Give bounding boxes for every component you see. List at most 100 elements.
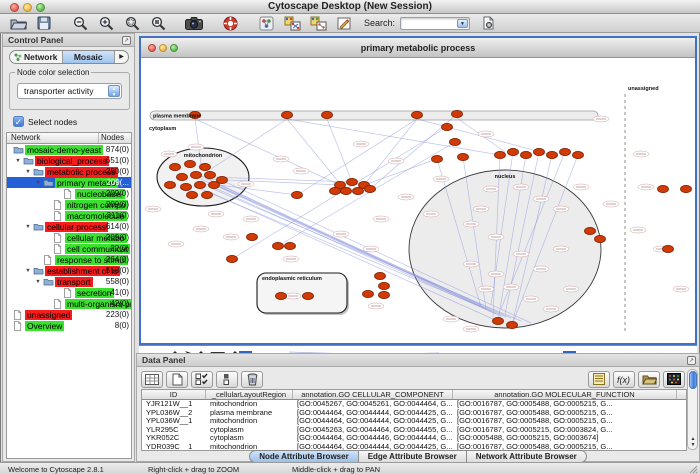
network-node[interactable] — [185, 160, 196, 167]
network-node[interactable] — [347, 178, 358, 185]
snapshot-icon[interactable] — [182, 15, 206, 32]
network-node[interactable] — [165, 181, 176, 188]
tree-row[interactable]: cellular metabo209(0) — [7, 232, 131, 243]
open-icon[interactable] — [6, 15, 30, 32]
node-color-attribute-select[interactable]: transporter activity ▲▼ — [17, 83, 122, 99]
show-table-icon[interactable] — [141, 371, 163, 388]
apply-layout-icon[interactable] — [280, 15, 304, 32]
table-row[interactable]: YLR295Ccytoplasm[GO:0045263, GO:0044464,… — [142, 426, 686, 435]
plasma-membrane-region[interactable] — [150, 111, 598, 120]
network-node[interactable] — [573, 151, 584, 158]
table-row[interactable]: YPL036W__2plasma membrane[GO:0044464, GO… — [142, 409, 686, 418]
new-attribute-icon[interactable] — [166, 371, 188, 388]
plugins-icon[interactable] — [476, 15, 500, 32]
network-node[interactable] — [195, 181, 206, 188]
tree-row[interactable]: ▼cellular process614(0) — [7, 221, 131, 232]
tree-row[interactable]: multi-organism pro42(0) — [7, 298, 131, 309]
table-column-header[interactable]: annotation.GO MOLECULAR_FUNCTION — [453, 390, 677, 399]
table-vertical-scrollbar[interactable]: ▲ ▼ — [687, 369, 698, 450]
vizmapper-icon[interactable] — [254, 15, 278, 32]
zoom-fit-icon[interactable] — [146, 15, 170, 32]
expand-arrow-icon[interactable]: ▼ — [33, 279, 43, 285]
attribute-matrix-icon[interactable] — [663, 371, 685, 388]
network-node[interactable] — [560, 148, 571, 155]
float-data-panel-icon[interactable]: ↗ — [687, 356, 696, 365]
table-cell[interactable]: [GO:0016787, GO:0005488, GO:0005215, G..… — [453, 409, 677, 418]
function-builder-icon[interactable]: f(x) — [613, 371, 635, 388]
table-cell[interactable]: [GO:0016787, GO:0005215, GO:0003824, G..… — [453, 426, 677, 435]
table-cell[interactable]: [GO:0045267, GO:0045261, GO:0044464, G..… — [293, 400, 453, 409]
tab-network[interactable]: Network — [10, 51, 63, 63]
tree-row[interactable]: ▼transport558(0) — [7, 276, 131, 287]
network-node[interactable] — [330, 187, 341, 194]
network-node[interactable] — [187, 191, 198, 198]
expand-arrow-icon[interactable]: ▼ — [33, 180, 43, 186]
tree-row[interactable]: cell communicat22(0) — [7, 243, 131, 254]
network-node[interactable] — [292, 191, 303, 198]
network-node[interactable] — [177, 173, 188, 180]
network-node[interactable] — [508, 148, 519, 155]
network-node[interactable] — [452, 110, 463, 117]
expand-arrow-icon[interactable]: ▼ — [23, 169, 33, 175]
table-cell[interactable]: [GO:0005488, GO:0005215, GO:0003674] — [453, 434, 677, 443]
network-node[interactable] — [247, 233, 258, 240]
table-cell[interactable]: YJR121W__1 — [142, 400, 206, 409]
table-cell[interactable]: mitochondrion — [206, 400, 293, 409]
annotation-icon[interactable] — [332, 15, 356, 32]
table-column-header[interactable]: ID — [142, 390, 206, 399]
select-nodes-checkbox[interactable]: ✓ — [13, 116, 24, 127]
network-node[interactable] — [191, 171, 202, 178]
network-node[interactable] — [276, 292, 287, 299]
more-tabs-icon[interactable]: ▶ — [115, 51, 128, 63]
network-node[interactable] — [432, 155, 443, 162]
table-row[interactable]: YJR121W__1mitochondrion[GO:0045267, GO:0… — [142, 400, 686, 409]
table-column-header[interactable]: annotation.GO CELLULAR_COMPONENT — [293, 390, 453, 399]
network-edge[interactable] — [364, 119, 417, 185]
search-dropdown-icon[interactable]: ▼ — [457, 19, 468, 28]
tree-row[interactable]: response to stimul264(0) — [7, 254, 131, 265]
expand-arrow-icon[interactable]: ▼ — [23, 268, 33, 274]
net-maximize-button[interactable] — [170, 44, 178, 52]
tree-row[interactable]: ▼primary metabo209(... — [7, 177, 131, 188]
import-attributes-icon[interactable] — [638, 371, 660, 388]
network-node[interactable] — [341, 187, 352, 194]
table-cell[interactable]: [GO:0016787, GO:0005488, GO:0005215, G..… — [453, 400, 677, 409]
apply-style-icon[interactable] — [306, 15, 330, 32]
table-row[interactable]: YKR052Ccytoplasm[GO:0044464, GO:0044446,… — [142, 434, 686, 443]
attribute-list-icon[interactable] — [588, 371, 610, 388]
network-node[interactable] — [273, 242, 284, 249]
zoom-out-icon[interactable] — [68, 15, 92, 32]
network-node[interactable] — [181, 183, 192, 190]
network-node[interactable] — [458, 153, 469, 160]
network-node[interactable] — [585, 227, 596, 234]
network-node[interactable] — [495, 151, 506, 158]
network-node[interactable] — [412, 111, 423, 118]
network-node[interactable] — [353, 187, 364, 194]
tree-row[interactable]: macromolecule311(0) — [7, 210, 131, 221]
network-node[interactable] — [227, 255, 238, 262]
zoom-in-icon[interactable] — [94, 15, 118, 32]
network-node[interactable] — [534, 148, 545, 155]
network-node[interactable] — [202, 191, 213, 198]
table-cell[interactable]: YPL036W__2 — [142, 409, 206, 418]
network-node[interactable] — [365, 185, 376, 192]
network-node[interactable] — [205, 171, 216, 178]
table-cell[interactable]: mitochondrion — [206, 417, 293, 426]
network-node[interactable] — [282, 111, 293, 118]
table-cell[interactable]: [GO:0044464, GO:0044446, GO:0044444, G..… — [293, 434, 453, 443]
network-edge[interactable] — [287, 119, 500, 155]
network-node[interactable] — [658, 185, 669, 192]
scroll-down-icon[interactable]: ▼ — [688, 442, 698, 448]
tree-row[interactable]: ▼metabolic process280(0) — [7, 166, 131, 177]
expand-arrow-icon[interactable]: ▼ — [23, 224, 33, 230]
help-icon[interactable] — [218, 15, 242, 32]
network-node[interactable] — [285, 242, 296, 249]
table-cell[interactable]: [GO:0044464, GO:0044444, GO:0044425, G..… — [293, 409, 453, 418]
float-panel-icon[interactable]: ↗ — [122, 36, 131, 45]
tree-row[interactable]: nitrogen compo209(0) — [7, 199, 131, 210]
network-node[interactable] — [507, 321, 518, 328]
table-cell[interactable]: cytoplasm — [206, 426, 293, 435]
nucleus-region[interactable] — [409, 170, 601, 328]
table-cell[interactable]: plasma membrane — [206, 409, 293, 418]
table-cell[interactable]: [GO:0044464, GO:0044444, GO:0044425, G..… — [293, 417, 453, 426]
